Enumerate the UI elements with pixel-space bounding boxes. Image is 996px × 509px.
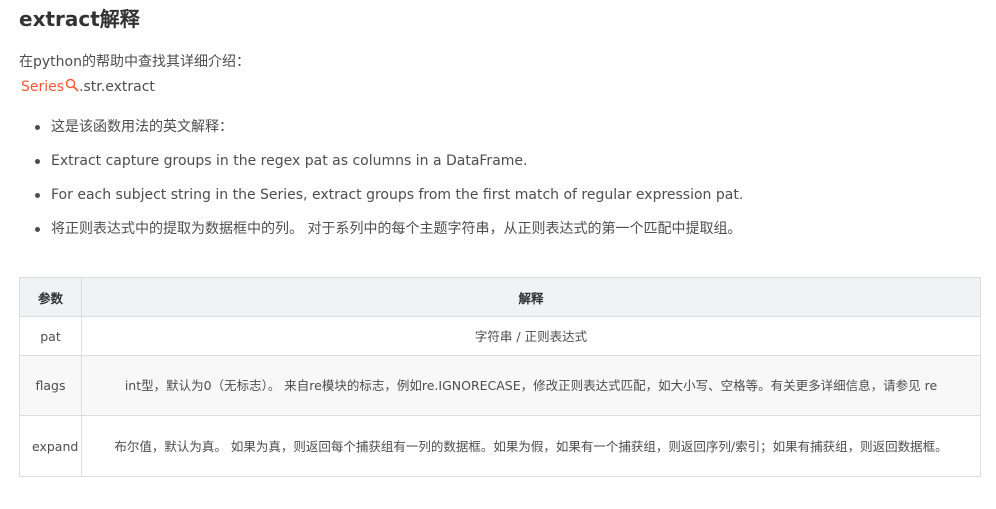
- param-name-cell: flags: [19, 355, 82, 416]
- section-heading: extract解释: [19, 7, 140, 31]
- column-header-desc: 解释: [81, 277, 981, 317]
- list-item: For each subject string in the Series, e…: [35, 185, 744, 219]
- param-desc-cell: 字符串 / 正则表达式: [81, 316, 981, 356]
- list-item: 这是该函数用法的英文解释：: [35, 117, 743, 151]
- table-header-row: 参数 解释: [19, 277, 981, 317]
- bullet-dot: [35, 125, 40, 130]
- param-desc-cell: int型，默认为0（无标志）。 来自re模块的标志，例如re.IGNORECAS…: [81, 355, 981, 416]
- reference-line: Series .str.extract: [21, 77, 155, 97]
- list-item: Extract capture groups in the regex pat …: [35, 151, 743, 185]
- param-desc-cell: 布尔值，默认为真。 如果为真，则返回每个捕获组有一列的数据框。如果为假，如果有一…: [81, 415, 981, 477]
- intro-paragraph: 在python的帮助中查找其详细介绍：: [19, 54, 250, 70]
- bullet-dot: [35, 159, 40, 164]
- list-item: 将正则表达式中的提取为数据框中的列。 对于系列中的每个主题字符串，从正则表达式的…: [35, 219, 743, 253]
- list-item-text: Extract capture groups in the regex pat …: [51, 153, 528, 169]
- bullet-dot: [35, 193, 40, 198]
- list-item-text: 将正则表达式中的提取为数据框中的列。 对于系列中的每个主题字符串，从正则表达式的…: [51, 221, 742, 237]
- series-search-link[interactable]: Series: [21, 78, 79, 95]
- bullet-dot: [35, 227, 40, 232]
- param-name-cell: expand: [19, 415, 82, 477]
- table-row: expand 布尔值，默认为真。 如果为真，则返回每个捕获组有一列的数据框。如果…: [19, 415, 981, 477]
- table-row: pat 字符串 / 正则表达式: [19, 316, 981, 356]
- list-item-text: For each subject string in the Series, e…: [51, 187, 744, 203]
- parameters-table: 参数 解释 pat 字符串 / 正则表达式 flags int型，默认为0（无标…: [19, 277, 981, 477]
- column-header-param: 参数: [19, 277, 82, 317]
- bullet-list: 这是该函数用法的英文解释： Extract capture groups in …: [19, 117, 743, 253]
- table-row: flags int型，默认为0（无标志）。 来自re模块的标志，例如re.IGN…: [19, 355, 981, 416]
- series-link-text: Series: [21, 79, 65, 95]
- search-icon: [65, 78, 79, 92]
- param-name-cell: pat: [19, 316, 82, 356]
- reference-rest-text: .str.extract: [79, 79, 155, 95]
- list-item-text: 这是该函数用法的英文解释：: [51, 119, 233, 135]
